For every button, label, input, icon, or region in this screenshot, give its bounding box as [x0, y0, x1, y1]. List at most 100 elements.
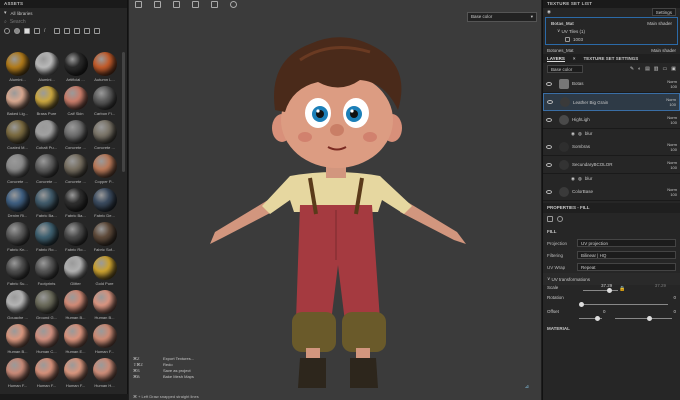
search-input[interactable]: Search	[10, 19, 26, 25]
rotation-value[interactable]: 0	[673, 295, 676, 300]
scale-knob[interactable]	[607, 288, 612, 293]
projection-dropdown[interactable]: UV projection	[577, 239, 676, 247]
layer-row[interactable]: Sombras Norm 100	[543, 138, 680, 156]
asset-item[interactable]: Fabric De...	[90, 188, 119, 220]
filter-name[interactable]: blur	[585, 176, 593, 181]
asset-item[interactable]: Concrete ...	[90, 120, 119, 152]
scale-value-2[interactable]: 37.29	[655, 283, 666, 288]
asset-item[interactable]: Artificial ...	[61, 52, 90, 84]
asset-item[interactable]: Fabric Ba...	[32, 188, 61, 220]
smart-material-icon[interactable]	[14, 28, 20, 34]
asset-item[interactable]: Human F...	[3, 358, 32, 390]
texture-set-row[interactable]: Botones_Mat Main shader	[543, 46, 680, 54]
3d-viewport[interactable]: Base color ▾ ⌘Z Export Textures... ⇧⌘Z R…	[129, 0, 541, 400]
asset-item[interactable]: Coated M...	[3, 120, 32, 152]
offset-y-knob[interactable]	[647, 316, 652, 321]
settings-button[interactable]: Settings	[651, 8, 676, 16]
asset-item[interactable]: Denim Ri...	[3, 188, 32, 220]
layer-name[interactable]: Leather Big Grain	[573, 100, 666, 105]
environment-icon[interactable]	[64, 28, 70, 34]
add-folder-icon[interactable]: ▭	[663, 66, 668, 72]
eye-icon[interactable]	[546, 162, 552, 167]
asset-item[interactable]: Brass Pure	[32, 86, 61, 118]
asset-scrollbar[interactable]	[122, 52, 125, 172]
rotation-track[interactable]	[581, 304, 668, 305]
texture-set-selected[interactable]: Botas_Mat Main shader ∨ UV Tiles (1) 100…	[545, 17, 678, 45]
asset-item[interactable]: Fabric Ro...	[61, 222, 90, 254]
layer-blend[interactable]: Norm 100	[667, 79, 677, 89]
layer-blend[interactable]: Norm 100	[667, 160, 677, 170]
asset-item[interactable]: Fabric Ro...	[32, 222, 61, 254]
eye-icon[interactable]	[546, 189, 552, 194]
material-filter-icon[interactable]	[4, 28, 10, 34]
asset-item[interactable]: Human E...	[61, 324, 90, 356]
asset-item[interactable]: Carbon Fi...	[90, 86, 119, 118]
offset-x-knob[interactable]	[595, 316, 600, 321]
layer-name[interactable]: HighLigh	[572, 117, 667, 122]
add-fill-layer-icon[interactable]: ▥	[654, 66, 659, 72]
rotation-knob[interactable]	[579, 302, 584, 307]
asset-item[interactable]: Gold Pure	[90, 256, 119, 288]
uv-tile-item[interactable]: 1003	[547, 35, 676, 43]
eye-icon[interactable]: ◉	[571, 131, 575, 137]
asset-item[interactable]: Concrete ...	[32, 154, 61, 186]
asset-item[interactable]: Human B...	[61, 290, 90, 322]
asset-item[interactable]: Fabric Sof...	[90, 222, 119, 254]
asset-item[interactable]: Concrete ...	[61, 120, 90, 152]
eye-icon[interactable]	[547, 100, 553, 104]
asset-item[interactable]: Human F...	[90, 324, 119, 356]
layer-name[interactable]: Sombras	[572, 144, 667, 149]
layer-row[interactable]: ColorBase Norm 100	[543, 183, 680, 201]
layer-row[interactable]: Botas Norm 100	[543, 75, 680, 93]
add-paint-layer-icon[interactable]: ▤	[645, 66, 650, 72]
asset-item[interactable]: Ground G...	[32, 290, 61, 322]
layer-row[interactable]: HighLigh Norm 100	[543, 111, 680, 129]
layer-name[interactable]: Botas	[572, 81, 667, 86]
asset-item[interactable]: Concrete ...	[61, 154, 90, 186]
layer-name[interactable]: SecundaryBCOLOR	[572, 162, 667, 167]
layer-blend[interactable]: Norm 100	[667, 115, 677, 125]
layer-blend[interactable]: Norm 100	[666, 97, 676, 107]
eye-icon[interactable]: ◉	[571, 176, 575, 182]
eye-icon[interactable]	[546, 144, 552, 149]
asset-item[interactable]: Human F...	[32, 358, 61, 390]
particle-icon[interactable]	[84, 28, 90, 34]
asset-item[interactable]: Gouache ...	[3, 290, 32, 322]
alpha-filter-icon[interactable]	[34, 28, 40, 34]
offset-x-value[interactable]: 0	[603, 309, 606, 314]
asset-item[interactable]: Glitter	[61, 256, 90, 288]
material-tab-icon[interactable]	[557, 216, 563, 222]
offset-y-track[interactable]	[615, 318, 672, 319]
chevron-down-icon[interactable]: ▾	[4, 10, 7, 16]
search-field[interactable]: ⌕ Search	[4, 18, 123, 26]
asset-item[interactable]: Alumini...	[3, 52, 32, 84]
tab-texture-set-settings[interactable]: TEXTURE SET SETTINGS	[583, 56, 638, 61]
scale-track[interactable]	[583, 290, 618, 291]
asset-item[interactable]: Calf Skin	[61, 86, 90, 118]
asset-item[interactable]: Autumn L...	[90, 52, 119, 84]
asset-item[interactable]: Concrete ...	[3, 154, 32, 186]
asset-item[interactable]: Alumini...	[32, 52, 61, 84]
asset-item[interactable]: Fabric Su...	[3, 256, 32, 288]
assets-library-row[interactable]: ▾ All libraries	[0, 8, 127, 18]
texture-filter-icon[interactable]	[24, 28, 30, 34]
delete-icon[interactable]: ▣	[671, 66, 676, 72]
brush-filter-icon[interactable]: /	[44, 28, 50, 34]
texture-set-row[interactable]: Botas_Mat Main shader	[547, 19, 676, 27]
uvwrap-dropdown[interactable]: Repeat	[577, 263, 676, 271]
close-icon[interactable]: ×	[573, 56, 576, 61]
asset-item[interactable]: Footprints	[32, 256, 61, 288]
eye-icon[interactable]	[546, 117, 552, 122]
asset-item[interactable]: Cobalt Pu...	[32, 120, 61, 152]
asset-item[interactable]: Fabric Kn...	[3, 222, 32, 254]
eye-icon[interactable]: ◉	[547, 9, 551, 15]
filter-icon[interactable]	[74, 28, 80, 34]
layer-row[interactable]: SecundaryBCOLOR Norm 100	[543, 156, 680, 174]
layer-channel-dropdown[interactable]: Base color	[547, 65, 583, 73]
generator-icon[interactable]	[94, 28, 100, 34]
library-selector[interactable]: All libraries	[11, 11, 33, 16]
offset-y-value[interactable]: 0	[673, 309, 676, 314]
layer-row[interactable]: Leather Big Grain Norm 100	[543, 93, 680, 111]
filter-name[interactable]: blur	[585, 131, 593, 136]
add-mask-icon[interactable]: ◐	[638, 66, 641, 72]
